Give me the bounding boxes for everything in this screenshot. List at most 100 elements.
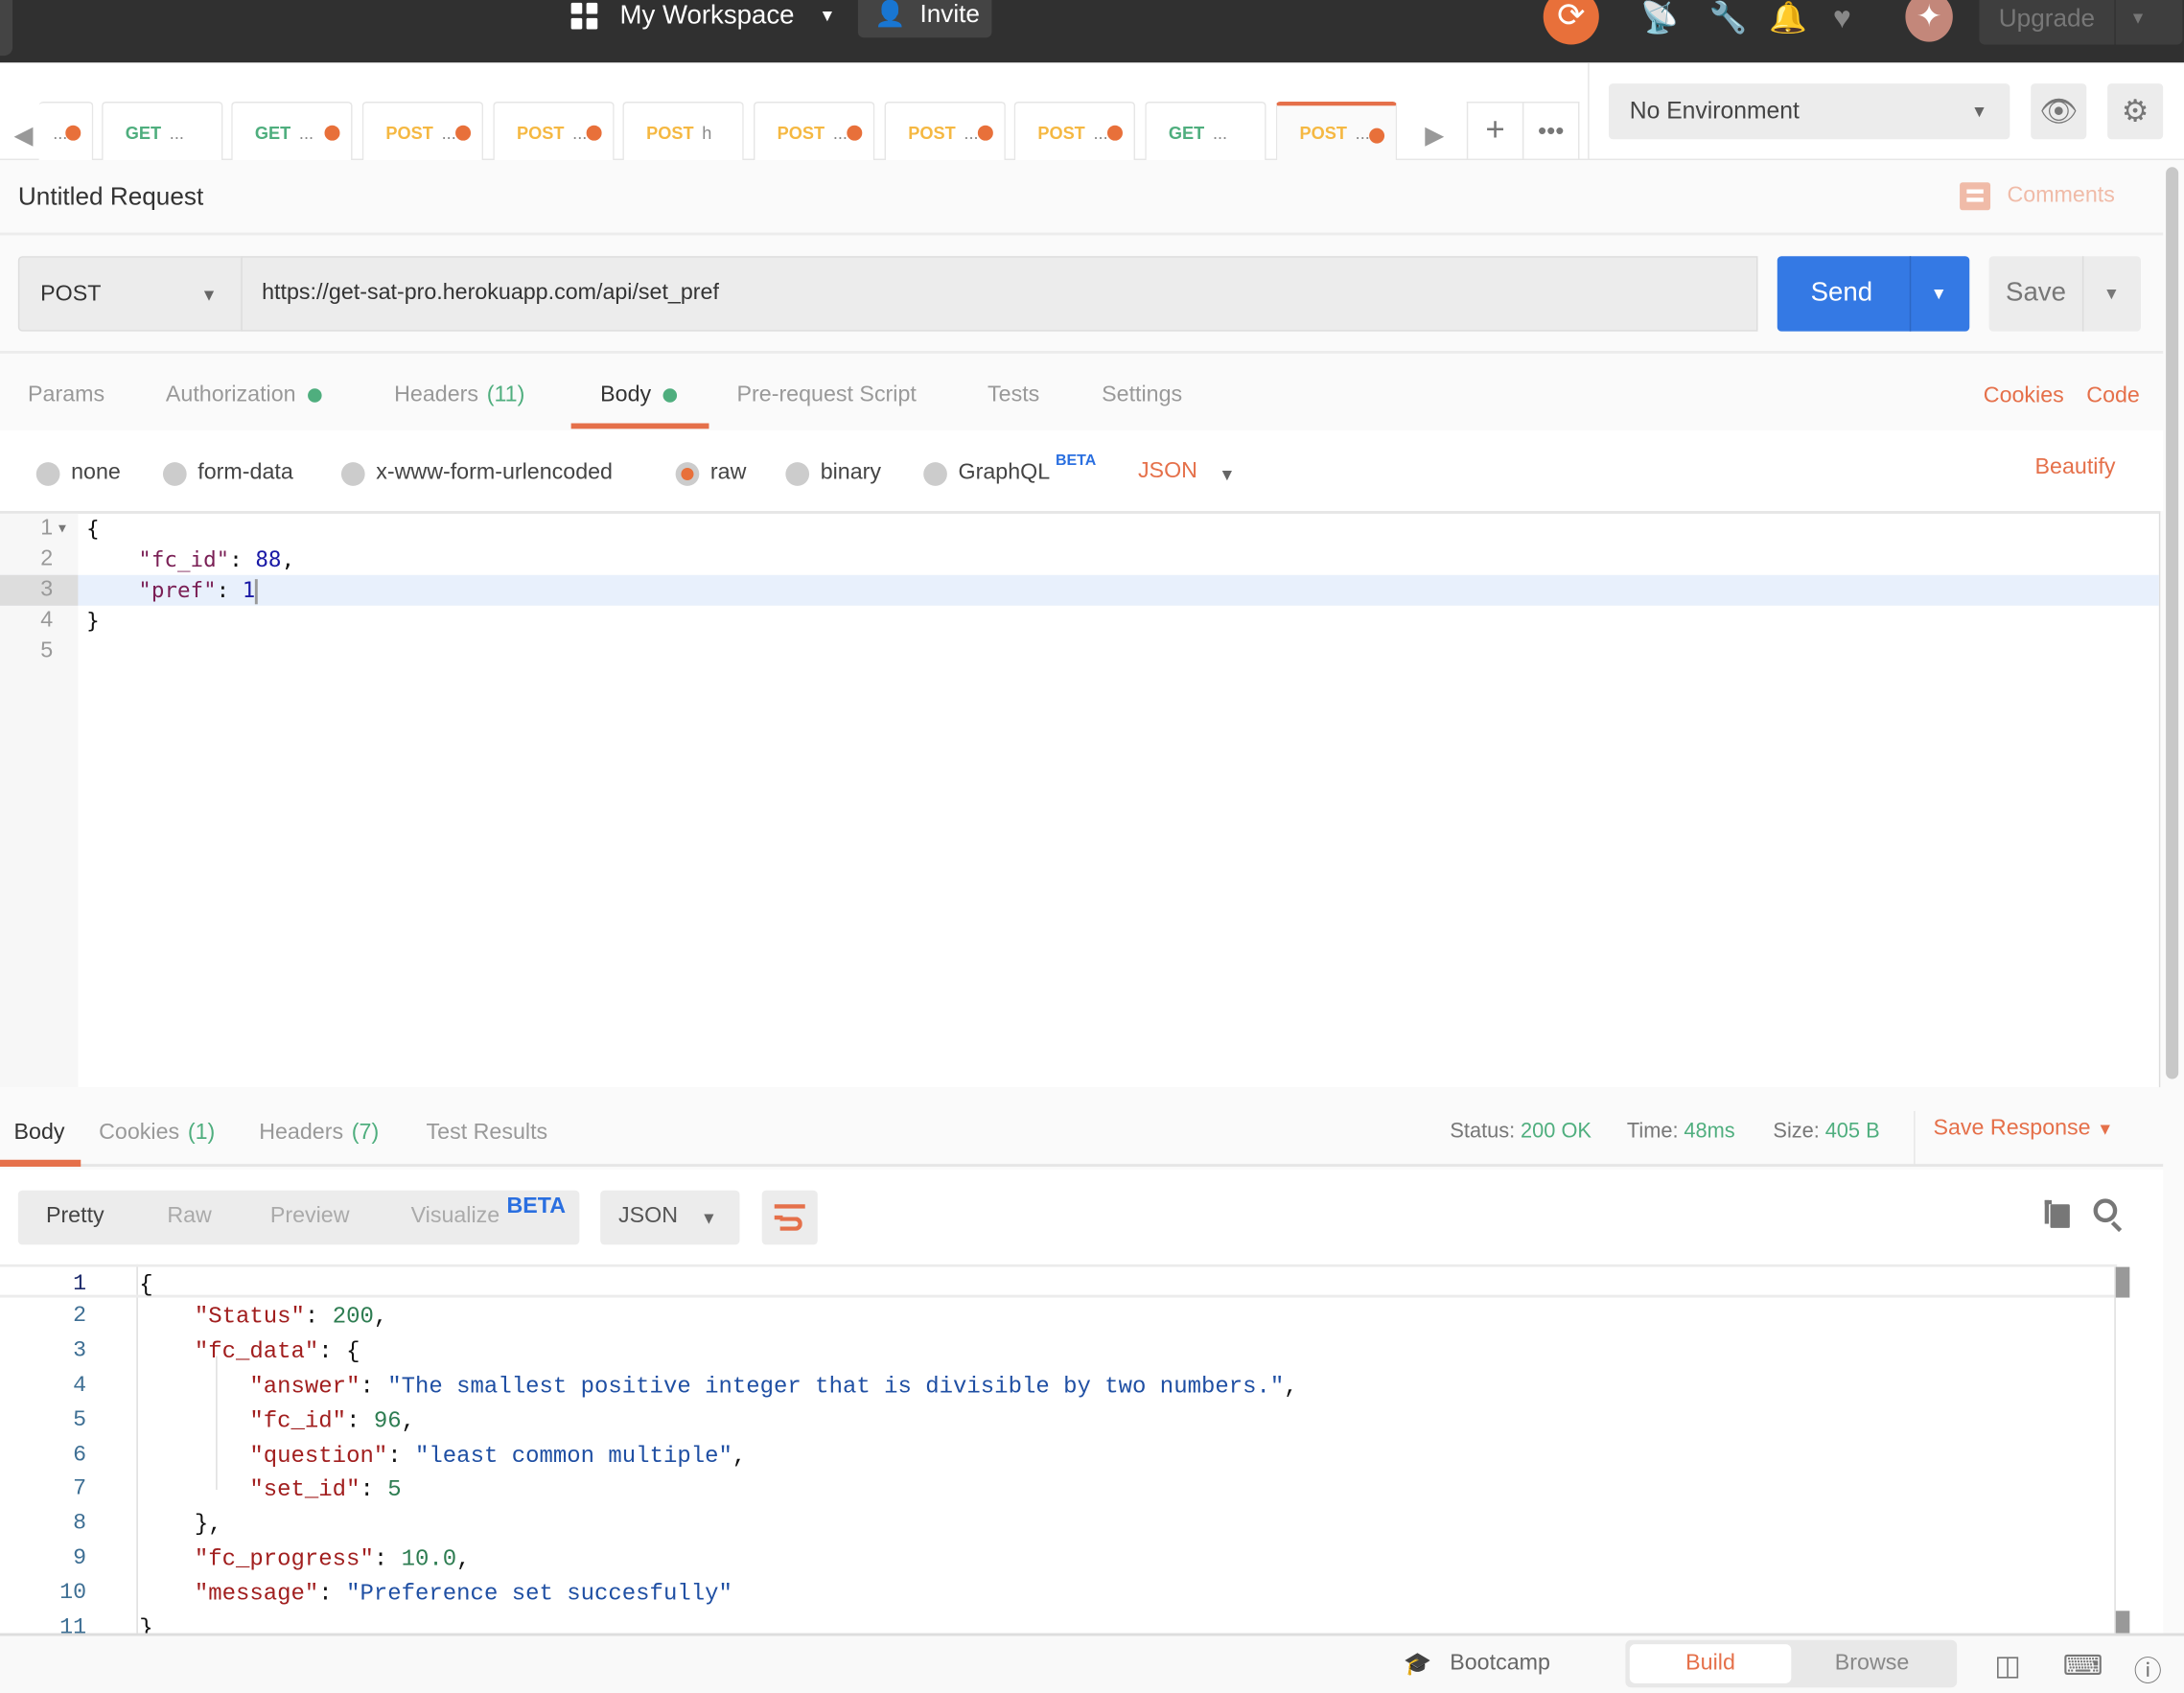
view-preview[interactable]: Preview [270,1204,350,1229]
two-pane-view-icon[interactable]: ◫ [1994,1649,2020,1683]
workspace-grid-icon[interactable] [570,2,599,31]
method-badge: POST [385,124,433,144]
environment-select[interactable]: No Environment ▼ [1608,83,2010,140]
wrap-lines-button[interactable] [761,1190,818,1245]
scroll-left-icon[interactable]: ◀ [14,121,34,150]
tab-authorization[interactable]: Authorization [166,383,323,407]
chevron-down-icon[interactable]: ▼ [1219,465,1235,484]
save-options-chevron-icon[interactable]: ▼ [2103,284,2120,303]
body-type-raw[interactable]: raw [675,461,746,486]
save-button[interactable]: Save ▼ [1988,256,2141,332]
sync-icon[interactable]: ⟳ [1543,0,1599,45]
sidebar-toggle[interactable] [0,0,13,57]
code-token: "fc_id" [249,1406,347,1434]
body-type-GraphQL[interactable]: GraphQL BETA [923,452,1096,486]
avatar[interactable]: ✦ [1905,0,1953,42]
send-options-chevron-icon[interactable]: ▼ [1931,284,1947,303]
bootcamp-button[interactable]: 🎓 Bootcamp [1404,1650,1549,1678]
gear-icon[interactable]: ⚙ [2107,83,2164,140]
scrollbar[interactable] [2166,167,2179,1079]
body-type-form-data[interactable]: form-data [162,461,293,486]
view-visualize[interactable]: Visualize BETA [411,1194,566,1229]
bell-icon[interactable]: 🔔 [1769,0,1807,36]
response-tab-body[interactable]: Body [14,1121,65,1146]
request-tab[interactable]: GET... [1145,102,1266,161]
copy-icon[interactable] [2044,1199,2070,1228]
tab-headers[interactable]: Headers (11) [394,383,524,407]
tab-tests[interactable]: Tests [987,383,1039,407]
help-icon[interactable]: ⓘ [2134,1649,2162,1689]
code-token: "Status" [194,1303,305,1330]
view-pretty[interactable]: Pretty [46,1204,105,1229]
tab-settings[interactable]: Settings [1102,383,1182,407]
browse-mode-button[interactable]: Browse [1791,1644,1953,1683]
body-type-x-www-form-urlencoded[interactable]: x-www-form-urlencoded [340,461,613,486]
code-line: 6 "question": "least common multiple", [0,1437,2117,1472]
upgrade-button[interactable]: Upgrade ▼ [1979,0,2183,45]
comments-button[interactable]: Comments [1960,182,2115,211]
line-number: 3 [73,1337,87,1363]
chevron-down-icon[interactable]: ▼ [2129,9,2146,28]
response-tab-headers[interactable]: Headers (7) [259,1121,379,1146]
request-body-editor[interactable]: 1 ▼{2 "fc_id": 88, 3 "pref": 1 4} 5 [0,510,2161,1088]
body-type-none[interactable]: none [35,461,121,486]
request-tab[interactable]: POST... [493,102,615,161]
beautify-button[interactable]: Beautify [2035,455,2116,480]
new-tab-button[interactable]: + [1466,102,1524,161]
invite-button[interactable]: 👤 Invite [857,0,992,38]
response-format-select[interactable]: JSON ▼ [600,1190,740,1245]
time-readout: Time: 48ms [1626,1119,1735,1144]
unsaved-dot-icon [586,125,602,141]
line-number: 9 [73,1545,87,1571]
response-code-view[interactable]: 1{2 "Status": 200, 3 "fc_data": {4 "answe… [0,1264,2145,1634]
tab-params[interactable]: Params [28,383,105,407]
code-token: 96 [373,1406,402,1434]
build-mode-button[interactable]: Build [1629,1644,1792,1683]
method-select[interactable]: POST ▼ [17,256,243,332]
line-number: 4 [40,608,54,633]
code-link[interactable]: Code [2086,384,2140,409]
satellite-icon[interactable]: 📡 [1640,0,1679,36]
keyboard-shortcuts-icon[interactable]: ⌨ [2063,1649,2103,1683]
format-select[interactable]: JSON [1138,459,1197,484]
request-tab[interactable]: POST h [622,102,744,161]
code-token: } [139,1614,153,1634]
more-options-icon[interactable]: ••• [1522,102,1580,161]
heart-icon[interactable]: ♥ [1833,0,1851,36]
tab-label: Pre-request Script [736,383,917,407]
workspace-switcher[interactable]: My Workspace [619,1,794,32]
code-text: "message": "Preference set succesfully" [139,1576,732,1611]
response-tab-cookies[interactable]: Cookies (1) [99,1121,215,1146]
request-tab[interactable]: GET... [231,102,353,161]
view-raw[interactable]: Raw [167,1204,212,1229]
wrench-icon[interactable]: 🔧 [1709,0,1748,36]
request-tab[interactable]: POST... [361,102,484,161]
code-token: "least common multiple" [415,1441,732,1469]
method-badge: GET [254,124,291,144]
chevron-down-icon[interactable]: ▼ [819,6,835,25]
cookies-link[interactable]: Cookies [1984,384,2064,409]
request-tab[interactable]: POST... [884,102,1006,161]
eye-icon[interactable]: 👁 [2031,83,2087,140]
save-response-button[interactable]: Save Response ▼ [1933,1117,2113,1142]
tab-label: Body [13,1121,65,1145]
tab-body[interactable]: Body [600,383,678,407]
request-tab[interactable]: POST... [1013,102,1136,161]
send-button[interactable]: Send ▼ [1777,256,1970,332]
scroll-right-icon[interactable]: ▶ [1425,121,1444,150]
body-type-binary[interactable]: binary [785,461,881,486]
request-title[interactable]: Untitled Request [18,182,203,211]
request-tab[interactable]: POST... [753,102,875,161]
tab-pre-request-script[interactable]: Pre-request Script [737,383,917,407]
response-tab-test-results[interactable]: Test Results [427,1121,548,1146]
response-scrollbar[interactable] [2114,1266,2130,1634]
code-text: "fc_progress": 10.0, [139,1542,471,1576]
url-input[interactable]: https://get-sat-pro.herokuapp.com/api/se… [241,256,1758,332]
request-tab[interactable]: POST... [1275,102,1398,161]
request-tab[interactable]: GET... [102,102,223,161]
divider [1588,62,1590,161]
fold-arrow-icon[interactable]: ▼ [58,514,66,545]
search-icon[interactable] [2093,1198,2118,1223]
request-tab[interactable]: ... [38,102,94,161]
